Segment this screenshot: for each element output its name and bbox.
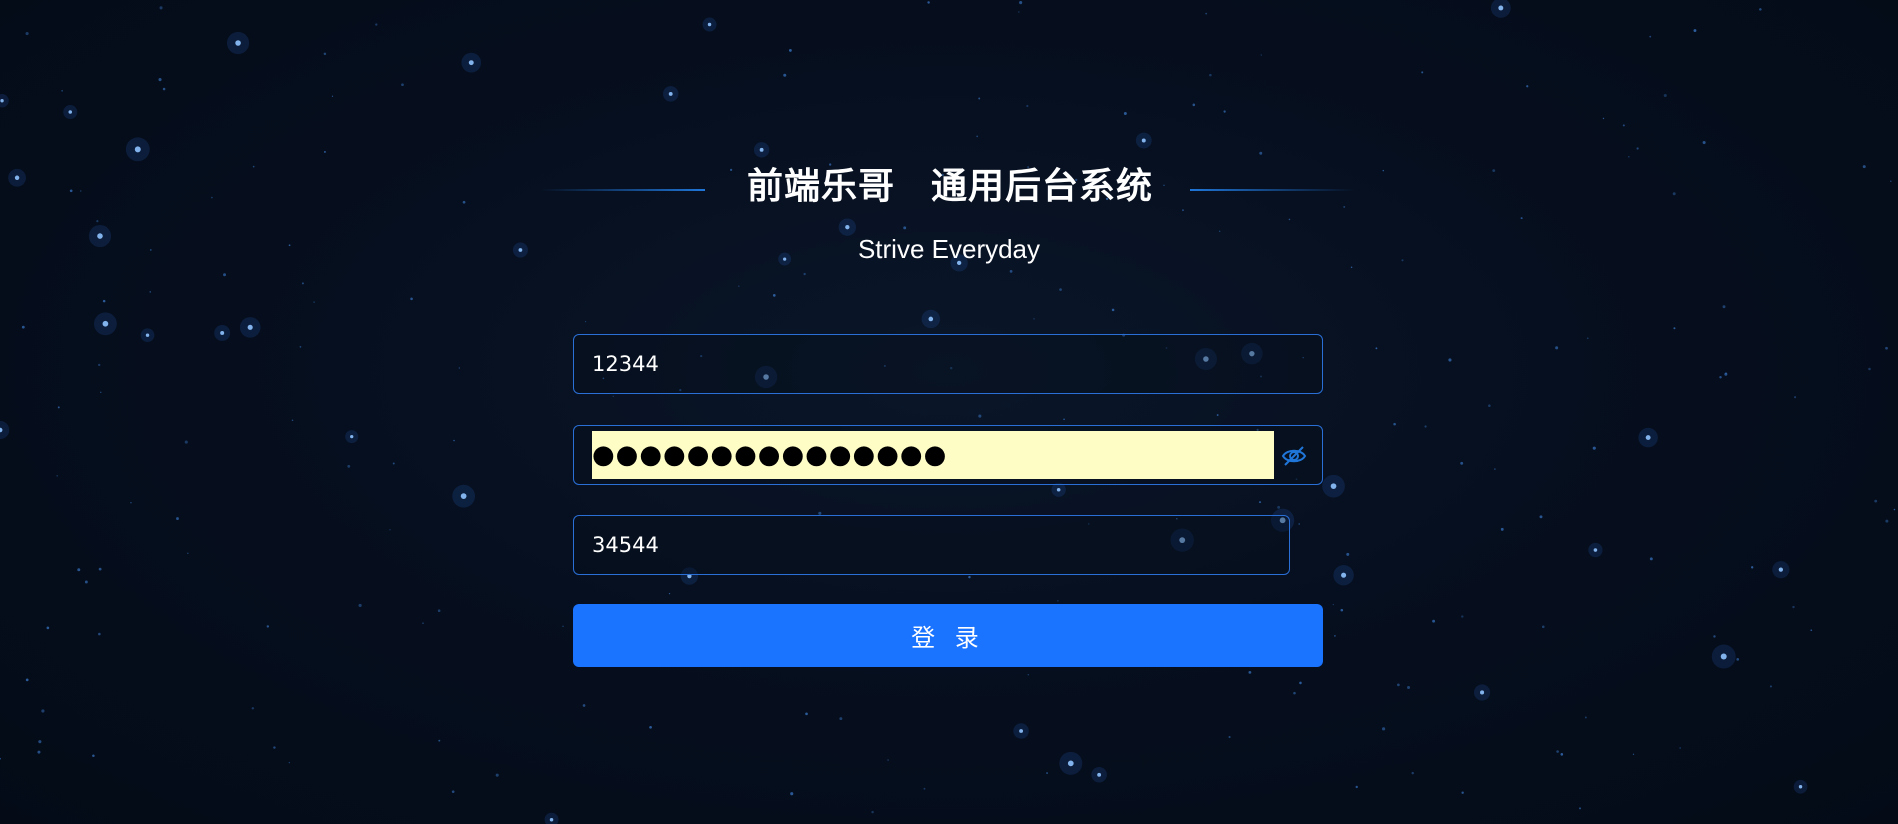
username-input[interactable] — [592, 335, 1292, 393]
captcha-field[interactable] — [573, 515, 1290, 575]
login-panel: 前端乐哥通用后台系统 Strive Everyday ●●●●●●●●●●●●●… — [0, 0, 1898, 824]
title-decor-line-right — [1190, 189, 1355, 191]
title-part-2: 通用后台系统 — [931, 166, 1154, 207]
page-subtitle: Strive Everyday — [857, 234, 1041, 264]
title-part-1: 前端乐哥 — [746, 166, 895, 207]
title-row: 前端乐哥 通用后台系统 — [540, 155, 1360, 211]
title-decor-line-left — [540, 189, 705, 191]
page-title: 前端乐哥 通用后台系统 — [740, 157, 1160, 209]
eye-off-icon[interactable] — [1280, 442, 1308, 470]
password-input[interactable]: ●●●●●●●●●●●●●●● — [592, 431, 947, 479]
captcha-input[interactable] — [592, 516, 1262, 574]
password-field[interactable]: ●●●●●●●●●●●●●●● — [573, 425, 1323, 485]
username-field[interactable] — [573, 334, 1323, 394]
login-button[interactable]: 登 录 — [573, 604, 1323, 667]
